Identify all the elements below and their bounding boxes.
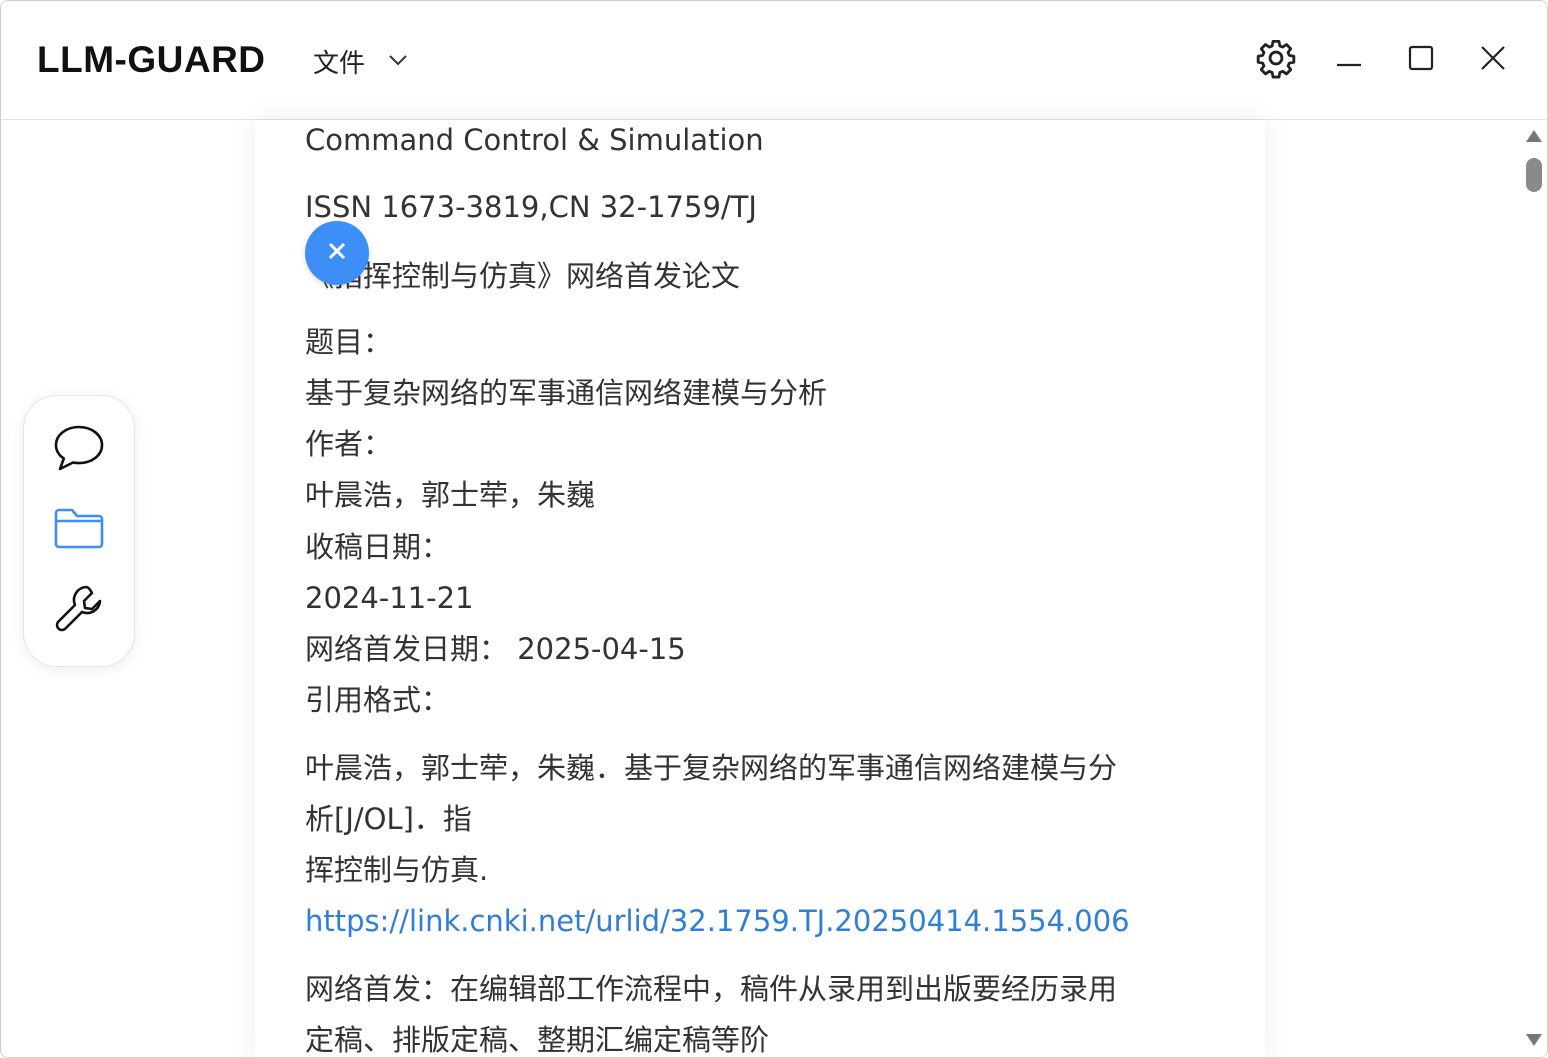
document-line: 收稿日期：: [305, 530, 451, 564]
document-line: 叶晨浩，郭士荦，朱巍: [305, 478, 596, 512]
chat-button[interactable]: [51, 422, 107, 478]
app-window: LLM-GUARD 文件 Command Control & Simulatio…: [0, 0, 1548, 1058]
citation-link[interactable]: https://link.cnki.net/urlid/32.1759.TJ.2…: [305, 904, 1130, 938]
close-button[interactable]: [1471, 38, 1515, 82]
document-line: 网络首发：在编辑部工作流程中，稿件从录用到出版要经历录用: [305, 972, 1118, 1006]
document-line: 叶晨浩，郭士荦，朱巍．基于复杂网络的军事通信网络建模与分: [305, 751, 1118, 785]
folder-button[interactable]: [51, 502, 107, 558]
arrow-up-icon: [1525, 129, 1543, 148]
scroll-up-button[interactable]: [1525, 128, 1543, 144]
document-line: 作者：: [305, 427, 393, 461]
scroll-down-button[interactable]: [1525, 1032, 1543, 1048]
vertical-scrollbar[interactable]: [1521, 120, 1547, 1057]
close-icon: [326, 240, 348, 266]
document-line: 网络首发日期： 2025-04-15: [305, 632, 686, 666]
maximize-icon: [1406, 43, 1436, 77]
tool-panel: [23, 395, 135, 667]
document-page: Command Control & Simulation ISSN 1673-3…: [255, 120, 1265, 1057]
floating-close-button[interactable]: [305, 221, 369, 285]
arrow-down-icon: [1525, 1033, 1543, 1052]
app-title: LLM-GUARD: [37, 39, 266, 80]
document-line: ISSN 1673-3819,CN 32-1759/TJ: [305, 190, 757, 224]
wrench-icon: [52, 581, 106, 639]
document-line: 析[J/OL]．指: [305, 802, 472, 836]
document-line: 基于复杂网络的军事通信网络建模与分析: [305, 376, 828, 410]
document-line: 题目：: [305, 325, 393, 359]
document-line: 定稿、排版定稿、整期汇编定稿等阶: [305, 1023, 770, 1057]
file-menu-label: 文件: [313, 48, 366, 79]
gear-icon: [1255, 37, 1297, 83]
settings-button[interactable]: [1254, 38, 1298, 82]
document-line: 引用格式：: [305, 683, 451, 717]
document-line: Command Control & Simulation: [305, 123, 764, 157]
close-icon: [1478, 43, 1508, 77]
minimize-icon: [1334, 43, 1364, 77]
folder-icon: [52, 501, 106, 559]
document-line: 《指挥控制与仿真》网络首发论文: [305, 259, 741, 293]
document-line: 2024-11-21: [305, 581, 474, 615]
document-line: 挥控制与仿真.: [305, 853, 489, 887]
content-area: Command Control & Simulation ISSN 1673-3…: [1, 120, 1547, 1057]
chevron-down-icon: [387, 52, 409, 71]
chat-bubble-icon: [52, 421, 106, 479]
tools-button[interactable]: [51, 582, 107, 638]
scroll-thumb[interactable]: [1526, 158, 1542, 192]
file-menu[interactable]: 文件: [313, 41, 409, 81]
maximize-button[interactable]: [1399, 38, 1443, 82]
minimize-button[interactable]: [1327, 38, 1371, 82]
title-bar: LLM-GUARD 文件: [1, 1, 1547, 120]
